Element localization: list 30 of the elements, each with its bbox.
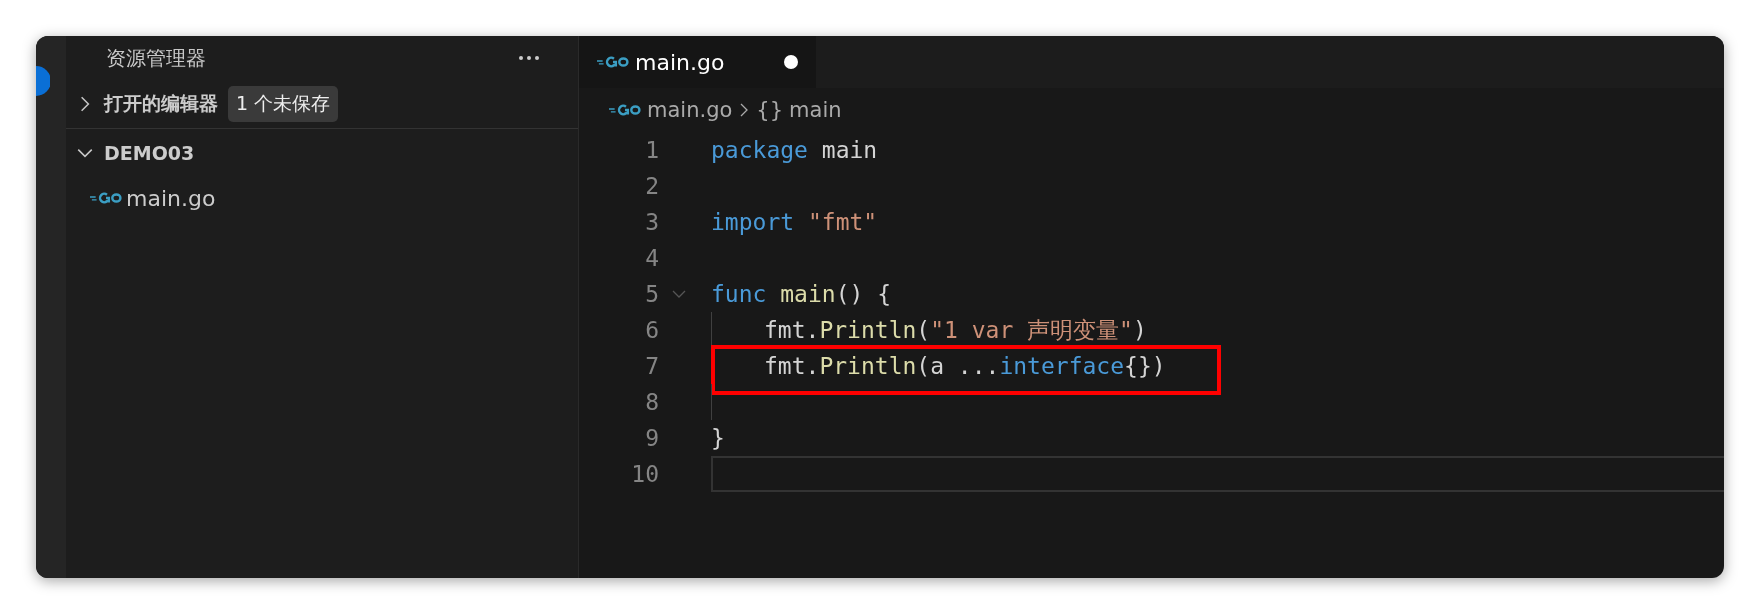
code-line: fmt.Println("1 var 声明变量") (764, 315, 1147, 345)
line-number: 4 (644, 245, 659, 271)
unsaved-badge: 1 个未保存 (228, 86, 339, 122)
code-line: fmt.Println(a ...interface{}) (764, 353, 1166, 379)
code-line: func main() { (711, 281, 892, 307)
line-number: 1 (644, 137, 659, 163)
line-number: 6 (644, 317, 659, 343)
breadcrumb-symbol[interactable]: main (789, 98, 842, 122)
line-number: 5 (644, 281, 659, 307)
line-number: 8 (644, 389, 659, 415)
code-line: package main (711, 137, 878, 163)
account-badge-icon[interactable] (36, 66, 50, 96)
file-type-icon (90, 191, 122, 205)
line-number: 9 (644, 425, 659, 451)
file-type-icon (609, 103, 641, 117)
line-number: 3 (644, 209, 659, 235)
editor-tab[interactable]: main.go (579, 36, 816, 88)
line-number: 10 (630, 461, 659, 487)
section-header[interactable]: 打开的编辑器 (104, 91, 218, 117)
section-header[interactable]: DEMO03 (104, 142, 195, 164)
breadcrumb-file[interactable]: main.go (647, 98, 733, 122)
code-line: import "fmt" (711, 209, 878, 235)
file-item[interactable]: main.go (126, 185, 216, 211)
more-icon[interactable] (518, 55, 540, 61)
line-number: 7 (644, 353, 659, 379)
line-number: 2 (644, 173, 659, 199)
symbol-icon: {} (756, 98, 784, 122)
sidebar-title: 资源管理器 (106, 44, 206, 72)
code-line: } (711, 425, 725, 451)
file-type-icon (597, 55, 629, 69)
